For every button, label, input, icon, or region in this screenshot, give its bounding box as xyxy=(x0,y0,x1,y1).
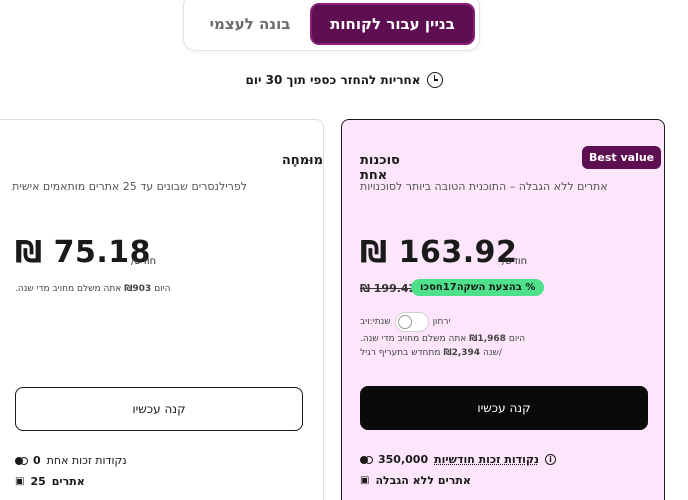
plan-description: לפרילנסרים שבונים עד 25 אתרים מותאמים אי… xyxy=(12,180,247,193)
feature-sites: ▣ אתרים ללא הגבלה xyxy=(360,474,471,487)
buy-now-button[interactable]: קנה עכשיו xyxy=(15,387,303,431)
billing-note: היום ₪903 אתה משלם מחויב מדי שנה. xyxy=(15,284,171,294)
feature-value: 25 xyxy=(30,475,46,488)
best-value-badge: Best value xyxy=(582,146,662,169)
credits-icon xyxy=(15,456,28,465)
plan-price: ₪ 163.92 xyxy=(360,235,518,270)
builder-for-clients-button[interactable]: בניין עבור לקוחות xyxy=(310,3,475,45)
plan-card-agency: Best value סוכנות אחת אתרים ללא הגבלה – … xyxy=(341,119,665,500)
feature-label: אתרים xyxy=(51,475,85,488)
plan-description: אתרים ללא הגבלה – התוכנית הטובה ביותר לס… xyxy=(360,180,608,193)
plan-card-pro: מוּמחֶה לפרילנסרים שבונים עד 25 אתרים מו… xyxy=(0,119,324,500)
feature-label: נקודות זכות חודשיות xyxy=(434,453,539,466)
billing-prefix: היום xyxy=(508,334,526,344)
feature-credits: 350,000 נקודות זכות חודשיות i xyxy=(360,453,556,466)
clock-icon xyxy=(426,72,443,88)
feature-label: נקודות זכות אחת xyxy=(46,454,127,467)
billing-suffix: מתחדש בתעריף רגיל xyxy=(360,348,441,358)
guarantee-text: אחריות להחזר כספי תוך 30 יום xyxy=(245,73,421,87)
feature-value: 350,000 xyxy=(378,453,429,466)
billing-suffix: אתה משלם מחויב מדי שנה. xyxy=(360,334,467,344)
price-period: /חודש xyxy=(131,256,157,267)
monthly-label: ירחון xyxy=(432,317,451,327)
info-icon[interactable]: i xyxy=(544,454,556,465)
billing-prefix: היום xyxy=(154,284,171,294)
billing-note-yearly: היום ₪1,968 אתה משלם מחויב מדי שנה. xyxy=(360,334,525,344)
billing-cycle-toggle: שנתי:ויב ירחון xyxy=(360,312,451,332)
audience-toggle: בניין עבור לקוחות בונה לעצמי xyxy=(183,0,480,51)
builder-for-self-button[interactable]: בונה לעצמי xyxy=(194,3,306,45)
billing-amount: ₪2,394 xyxy=(443,348,481,358)
billing-switch[interactable] xyxy=(394,312,429,332)
sites-icon: ▣ xyxy=(15,476,25,487)
sites-icon: ▣ xyxy=(360,475,370,486)
feature-value: 0 xyxy=(33,454,41,467)
feature-credits: 0 נקודות זכות אחת xyxy=(15,454,127,467)
feature-sites: ▣ 25 אתרים xyxy=(15,475,85,488)
billing-prefix: /שנה xyxy=(483,348,502,358)
billing-amount: ₪1,968 xyxy=(469,334,506,344)
credits-icon xyxy=(360,455,373,464)
billing-amount: ₪903 xyxy=(124,284,152,294)
money-back-guarantee: אחריות להחזר כספי תוך 30 יום xyxy=(0,72,688,88)
price-period: /חודש xyxy=(502,256,528,267)
plan-title: מוּמחֶה xyxy=(281,153,323,168)
launch-discount-pill: % בהצעת השקה17חסכו xyxy=(411,279,545,296)
feature-label: אתרים ללא הגבלה xyxy=(375,474,471,487)
yearly-label: שנתי:ויב xyxy=(360,317,391,327)
old-price: ₪ 199.42 xyxy=(360,282,417,295)
billing-note-renewal: /שנה ₪2,394 מתחדש בתעריף רגיל xyxy=(360,348,502,358)
billing-suffix: אתה משלם מחויב מדי שנה. xyxy=(15,284,122,294)
buy-now-button[interactable]: קנה עכשיו xyxy=(360,386,648,430)
plan-title: סוכנות אחת xyxy=(360,153,400,183)
